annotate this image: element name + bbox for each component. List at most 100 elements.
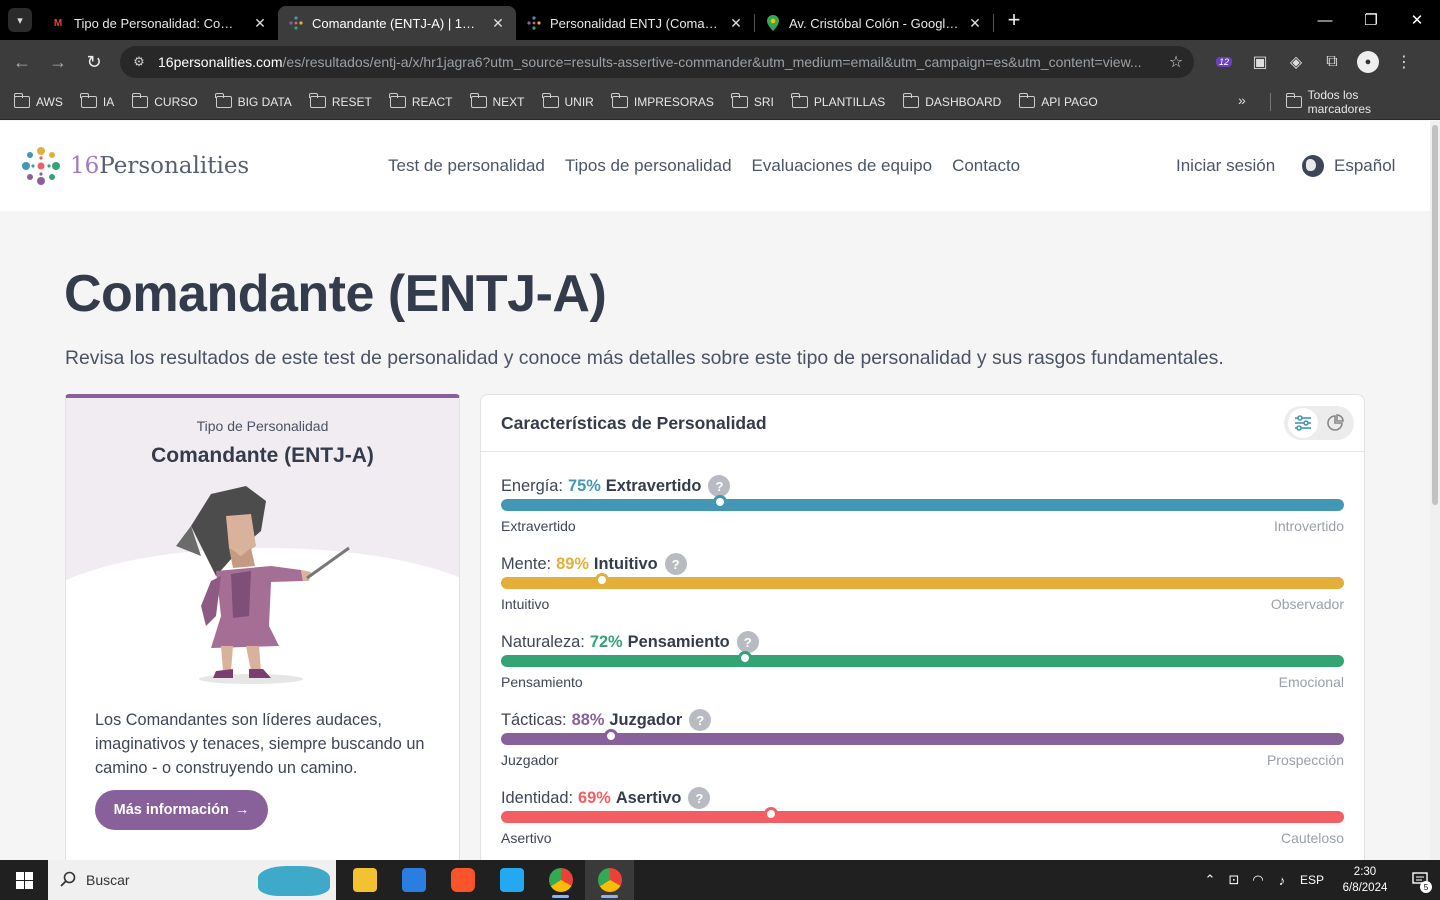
reading-mode-icon[interactable]: ▣ [1244,46,1276,78]
nav-types[interactable]: Tipos de personalidad [565,156,732,176]
logo-word: Personalities [99,153,250,179]
globe-icon [1302,155,1324,177]
reload-icon[interactable]: ↻ [76,44,112,80]
nav-test[interactable]: Test de personalidad [388,156,545,176]
shield-extension-icon[interactable]: ◈ [1280,46,1312,78]
help-icon[interactable]: ? [689,709,712,731]
tab-google-maps[interactable]: Av. Cristóbal Colón - Google Maps ✕ [755,6,993,40]
meet-now-icon[interactable]: ⊡ [1222,872,1246,888]
trait-percent: 88% [571,710,605,729]
all-bookmarks-folder[interactable]: Todos los marcadores [1285,84,1422,120]
trait-side: Intuitivo [593,554,658,573]
folder-app-icon [352,868,377,892]
help-icon[interactable]: ? [708,475,731,497]
bookmarks-overflow-icon[interactable]: » [1238,92,1246,108]
language-indicator[interactable]: ESP [1294,873,1330,887]
address-bar[interactable]: ⚙ 16personalities.com/es/resultados/entj… [120,46,1194,78]
brave-app[interactable] [438,860,487,900]
clock[interactable]: 2:30 6/8/2024 [1330,864,1400,896]
nav-team[interactable]: Evaluaciones de equipo [752,156,933,176]
bookmark-folder[interactable]: BIG DATA [215,92,292,109]
folder-icon [215,92,232,108]
more-info-label: Más información [113,802,229,818]
bookmark-folder[interactable]: AWS [13,92,63,109]
bookmark-folder[interactable]: CURSO [131,92,198,109]
more-info-button[interactable]: Más información → [95,790,268,830]
close-icon[interactable]: ✕ [490,15,506,32]
folder-icon [80,92,97,108]
mail-app[interactable] [389,860,438,900]
pie-chart-view-icon[interactable] [1320,408,1350,438]
volume-icon[interactable]: ♪ [1270,873,1294,888]
nav-contact[interactable]: Contacto [952,156,1020,176]
new-tab-button[interactable]: + [1000,6,1028,34]
tab-gmail[interactable]: M Tipo de Personalidad: Comandante ✕ [40,6,278,40]
trait-left-label: Pensamiento [501,674,583,690]
close-window-icon[interactable]: ✕ [1394,0,1440,40]
folder-icon [611,92,628,108]
bookmark-label: SRI [753,94,774,109]
login-link[interactable]: Iniciar sesión [1176,156,1275,176]
folder-icon [1018,92,1036,108]
scrollbar-thumb[interactable] [1432,125,1438,505]
site-info-icon[interactable]: ⚙ [124,54,154,70]
bookmark-folder[interactable]: UNIR [542,92,594,109]
folder-icon [470,92,487,108]
trait-mind: Mente: 89% Intuitivo ? Intuitivo Observa… [501,553,1344,631]
search-placeholder: Buscar [86,872,130,888]
bookmark-folder[interactable]: SRI [731,92,774,109]
trait-right-label: Prospección [1266,752,1344,768]
close-icon[interactable]: ✕ [728,15,744,32]
bookmark-star-icon[interactable]: ☆ [1158,52,1194,72]
chevron-up-icon[interactable]: ⌃ [1198,872,1222,888]
vscode-app[interactable] [487,860,536,900]
chrome-app[interactable] [536,860,585,900]
traits-card: Características de Personalidad Energía:… [480,394,1365,860]
help-icon[interactable]: ? [688,787,711,809]
bookmark-label: PLANTILLAS [813,94,886,109]
menu-kebab-icon[interactable]: ⋮ [1388,46,1420,78]
bookmark-folder[interactable]: DASHBOARD [902,92,1001,109]
bookmark-folder[interactable]: API PAGO [1018,92,1098,109]
help-icon[interactable]: ? [664,553,687,575]
url-text[interactable]: 16personalities.com/es/resultados/entj-a… [158,54,1158,70]
tab-personalidad-entj[interactable]: Personalidad ENTJ (Comandante) ✕ [516,6,754,40]
site-logo[interactable]: 16Personalities [18,143,249,189]
start-button[interactable] [0,860,48,900]
trait-tactics: Tácticas: 88% Juzgador ? Juzgador Prospe… [501,709,1344,787]
profile-avatar[interactable]: ● [1352,46,1384,78]
trait-heading: Identidad: 69% Asertivo ? [501,787,711,809]
view-toggle [1284,406,1354,440]
bookmark-folder[interactable]: PLANTILLAS [791,92,886,109]
puzzle-icon[interactable]: ⧉ [1316,46,1348,78]
tab-search-button[interactable]: ▾ [8,8,32,32]
close-icon[interactable]: ✕ [967,15,983,32]
search-highlight-image [258,866,330,896]
sliders-view-icon[interactable] [1288,408,1318,438]
bookmark-folder[interactable]: NEXT [470,92,525,109]
notifications-button[interactable]: 5 [1400,860,1440,900]
close-icon[interactable]: ✕ [252,15,268,32]
file-explorer-app[interactable] [340,860,389,900]
back-icon[interactable]: ← [4,44,40,80]
chrome-icon [597,868,622,892]
bookmark-folder[interactable]: RESET [309,92,372,109]
trait-heading: Tácticas: 88% Juzgador ? [501,709,712,731]
help-icon[interactable]: ? [736,631,759,653]
trait-left-label: Intuitivo [501,596,550,612]
minimize-icon[interactable]: — [1302,0,1348,40]
trait-heading: Mente: 89% Intuitivo ? [501,553,687,575]
bookmark-folder[interactable]: REACT [389,92,453,109]
restore-icon[interactable]: ❐ [1348,0,1394,40]
tab-16personalities-active[interactable]: Comandante (ENTJ-A) | 16Personalities ✕ [278,6,516,40]
chrome-profile-app[interactable] [585,860,634,900]
extension-icon[interactable]: 12 [1208,46,1240,78]
type-label: Tipo de Personalidad [196,418,329,434]
bookmark-folder[interactable]: IMPRESORAS [611,92,714,109]
wifi-icon[interactable]: ◠ [1246,872,1270,888]
page-scrollbar[interactable] [1430,121,1440,860]
forward-icon[interactable]: → [40,44,76,80]
taskbar-search[interactable]: Buscar [48,860,336,900]
bookmark-folder[interactable]: IA [80,92,114,109]
language-selector[interactable]: Español [1302,155,1395,177]
